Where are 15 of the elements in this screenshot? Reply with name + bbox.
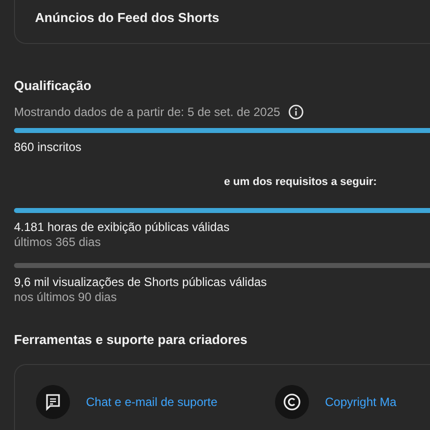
requirement-label: 4.181 horas de exibição públicas válidas [14,220,230,234]
card-title: Anúncios do Feed dos Shorts [35,10,220,25]
requirement-period: nos últimos 90 dias [14,290,118,304]
support-link[interactable]: Chat e e-mail de suporte [86,395,218,409]
data-date-note: Mostrando dados de a partir de: 5 de set. de 2025 [14,105,280,119]
section-title: Ferramentas e suporte para criadores [14,332,248,349]
info-icon[interactable] [288,104,304,120]
section-title: Qualificação [14,78,92,95]
subscriber-count: 860 inscritos [14,140,82,154]
support-link[interactable]: Copyright Ma [325,395,396,409]
requirement-period: últimos 365 dias [14,235,102,249]
copyright-icon[interactable] [275,385,309,419]
requirements-note: e um dos requisitos a seguir: [224,176,378,188]
requirement-label: 9,6 mil visualizações de Shorts públicas válidas [14,275,268,289]
chat-icon[interactable] [36,385,70,419]
